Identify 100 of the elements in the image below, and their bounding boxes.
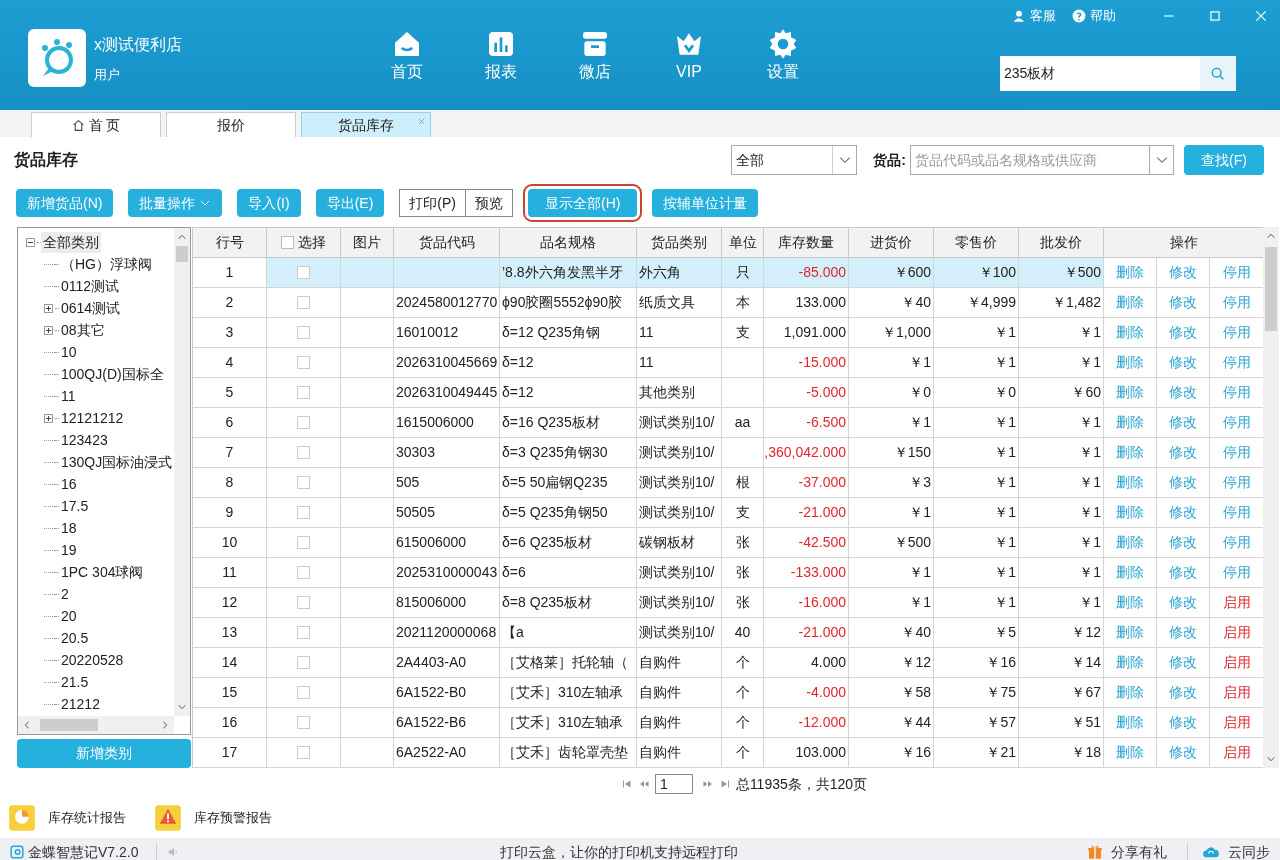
toggle-status-link[interactable]: 停用 [1222,382,1251,403]
tree-item[interactable]: 11 [59,385,78,407]
status-message[interactable]: 打印云盒，让你的打印机支持远程打印 [181,841,1087,860]
checkbox[interactable] [297,476,310,489]
expand-icon[interactable] [44,413,53,423]
edit-link[interactable]: 修改 [1169,322,1197,343]
first-page-icon[interactable] [620,778,633,790]
close-icon[interactable] [1254,8,1268,23]
expand-icon[interactable] [44,325,53,335]
checkbox[interactable] [297,686,310,699]
search-field[interactable]: 235板材 [1000,56,1200,91]
toolbar-button[interactable]: 新增货品(N) [16,189,114,217]
edit-link[interactable]: 修改 [1169,472,1197,493]
checkbox[interactable] [297,266,310,279]
checkbox[interactable] [297,596,310,609]
tree-item[interactable]: 20.5 [59,627,91,649]
checkbox[interactable] [297,716,310,729]
toggle-status-link[interactable]: 停用 [1222,442,1251,463]
toggle-status-link[interactable]: 停用 [1222,562,1251,583]
checkbox[interactable] [297,656,310,669]
tree-item[interactable]: 18 [59,517,79,539]
cloud-sync-button[interactable]: 云同步 [1202,841,1270,860]
delete-link[interactable]: 删除 [1116,322,1144,343]
scope-dropdown[interactable]: 全部 [731,145,858,175]
tab[interactable]: 报价 [166,112,296,137]
delete-link[interactable]: 删除 [1116,292,1144,313]
tree-item[interactable]: 0112测试 [59,275,122,297]
tab[interactable]: 货品库存 [301,112,431,137]
toggle-status-link[interactable]: 启用 [1222,592,1251,613]
tree-item[interactable]: 130QJ国标油浸式 [59,451,175,473]
edit-link[interactable]: 修改 [1169,562,1197,583]
nav-button[interactable]: 设置 [758,28,808,84]
tree-item[interactable]: 全部类别 [41,231,101,253]
find-button[interactable]: 查找(F) [1184,145,1264,175]
delete-link[interactable]: 删除 [1116,262,1144,283]
dropdown-button[interactable]: 批量操作 [128,189,223,217]
scrollbar-thumb[interactable] [176,246,188,262]
tab[interactable]: 首 页 [31,112,161,137]
toggle-status-link[interactable]: 停用 [1222,322,1251,343]
delete-link[interactable]: 删除 [1116,532,1144,553]
edit-link[interactable]: 修改 [1169,532,1197,553]
tree-item[interactable]: 2 [59,583,71,605]
nav-button[interactable]: 报表 [476,28,526,84]
toolbar-button[interactable]: 导入(I) [237,189,301,217]
goods-search-field[interactable]: 货品代码或品名规格或供应商 [910,145,1150,175]
tree-item[interactable]: 1PC 304球阀 [59,561,146,583]
toggle-status-link[interactable]: 启用 [1222,742,1251,763]
delete-link[interactable]: 删除 [1116,352,1144,373]
delete-link[interactable]: 删除 [1116,592,1144,613]
toggle-status-link[interactable]: 停用 [1222,472,1251,493]
checkbox[interactable] [297,566,310,579]
new-category-button[interactable]: 新增类别 [17,739,191,768]
edit-link[interactable]: 修改 [1169,292,1197,313]
scrollbar-thumb[interactable] [40,719,98,731]
edit-link[interactable]: 修改 [1169,352,1197,373]
delete-link[interactable]: 删除 [1116,442,1144,463]
toggle-status-link[interactable]: 启用 [1222,682,1251,703]
toggle-status-link[interactable]: 停用 [1222,352,1251,373]
delete-link[interactable]: 删除 [1116,712,1144,733]
toggle-status-link[interactable]: 启用 [1222,652,1251,673]
share-button[interactable]: 分享有礼 [1087,841,1167,860]
edit-link[interactable]: 修改 [1169,652,1197,673]
checkbox[interactable] [297,416,310,429]
delete-link[interactable]: 删除 [1116,472,1144,493]
tree-item[interactable]: 16 [59,473,79,495]
delete-link[interactable]: 删除 [1116,742,1144,763]
scrollbar[interactable] [174,228,190,716]
delete-link[interactable]: 删除 [1116,652,1144,673]
tree-item[interactable]: 17.5 [59,495,91,517]
edit-link[interactable]: 修改 [1169,262,1197,283]
delete-link[interactable]: 删除 [1116,682,1144,703]
maximize-icon[interactable] [1208,8,1222,23]
search-button[interactable] [1200,56,1236,91]
delete-link[interactable]: 删除 [1116,622,1144,643]
tree-item[interactable]: 100QJ(D)国标全 [59,363,166,385]
toolbar-button[interactable]: 打印(P) [399,189,466,217]
checkbox[interactable] [281,236,294,249]
toolbar-button[interactable]: 导出(E) [315,189,385,217]
checkbox[interactable] [297,536,310,549]
toolbar-button[interactable]: 按辅单位计量 [652,189,759,217]
checkbox[interactable] [297,326,310,339]
report-link[interactable]: 库存预警报告 [154,804,272,832]
edit-link[interactable]: 修改 [1169,412,1197,433]
edit-link[interactable]: 修改 [1169,592,1197,613]
edit-link[interactable]: 修改 [1169,712,1197,733]
tree-item[interactable]: 12121212 [59,407,126,429]
edit-link[interactable]: 修改 [1169,502,1197,523]
nav-button[interactable]: 微店 [570,28,620,84]
close-icon[interactable] [418,118,425,125]
tree-item[interactable]: 20 [59,605,79,627]
tree-item[interactable]: 123423 [59,429,110,451]
tree-item[interactable]: 20220528 [59,649,126,671]
tree-item[interactable]: 0614测试 [59,297,123,319]
next-page-icon[interactable] [701,778,714,790]
checkbox[interactable] [297,446,310,459]
checkbox[interactable] [297,386,310,399]
checkbox[interactable] [297,356,310,369]
help-link[interactable]: 帮助 [1072,6,1116,26]
edit-link[interactable]: 修改 [1169,682,1197,703]
edit-link[interactable]: 修改 [1169,742,1197,763]
